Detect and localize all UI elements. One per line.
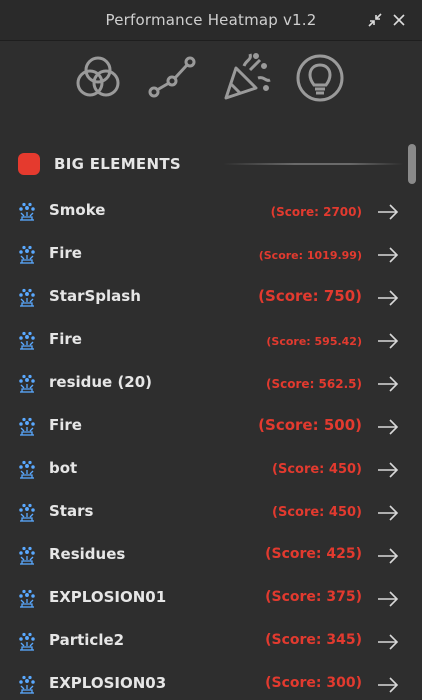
arrow-right-icon[interactable] bbox=[376, 372, 400, 396]
arrow-right-icon[interactable] bbox=[376, 587, 400, 611]
particle-emitter-icon bbox=[17, 675, 37, 695]
performance-heatmap-window: Performance Heatmap v1.2 BIG ELEMENTS Sm… bbox=[0, 0, 422, 700]
list-item[interactable]: bot (Score: 450) bbox=[0, 448, 422, 491]
section-header-big-elements: BIG ELEMENTS bbox=[18, 150, 403, 178]
item-score: (Score: 500) bbox=[258, 416, 362, 434]
arrow-right-icon[interactable] bbox=[376, 458, 400, 482]
item-score: (Score: 375) bbox=[265, 589, 362, 605]
item-score: (Score: 1019.99) bbox=[258, 249, 362, 262]
list-item[interactable]: StarSplash (Score: 750) bbox=[0, 276, 422, 319]
item-name: Smoke bbox=[49, 201, 106, 219]
arrow-right-icon[interactable] bbox=[376, 415, 400, 439]
item-name: EXPLOSION03 bbox=[49, 674, 167, 692]
list-item[interactable]: Fire (Score: 595.42) bbox=[0, 319, 422, 362]
item-score: (Score: 450) bbox=[272, 505, 362, 520]
item-name: EXPLOSION01 bbox=[49, 588, 167, 606]
section-title: BIG ELEMENTS bbox=[54, 155, 181, 173]
item-name: StarSplash bbox=[49, 287, 141, 305]
list-item[interactable]: Fire (Score: 500) bbox=[0, 405, 422, 448]
arrow-right-icon[interactable] bbox=[376, 329, 400, 353]
arrow-right-icon[interactable] bbox=[376, 200, 400, 224]
collapse-icon[interactable] bbox=[367, 12, 383, 28]
particle-emitter-icon bbox=[17, 417, 37, 437]
party-popper-icon[interactable] bbox=[220, 52, 272, 104]
particle-emitter-icon bbox=[17, 632, 37, 652]
item-score: (Score: 345) bbox=[265, 632, 362, 648]
scrollbar-thumb[interactable] bbox=[408, 144, 416, 184]
particle-emitter-icon bbox=[17, 374, 37, 394]
elements-list: Smoke (Score: 2700) Fire (Score: 1019.99… bbox=[0, 190, 422, 700]
item-name: residue (20) bbox=[49, 373, 153, 391]
item-name: Fire bbox=[49, 416, 82, 434]
item-name: Fire bbox=[49, 244, 82, 262]
item-score: (Score: 562.5) bbox=[266, 377, 362, 391]
particle-emitter-icon bbox=[17, 460, 37, 480]
list-item[interactable]: Residues (Score: 425) bbox=[0, 534, 422, 577]
section-divider bbox=[223, 163, 403, 165]
toolbar bbox=[0, 48, 422, 108]
arrow-right-icon[interactable] bbox=[376, 630, 400, 654]
item-name: Particle2 bbox=[49, 631, 125, 649]
item-score: (Score: 425) bbox=[265, 546, 362, 562]
particle-emitter-icon bbox=[17, 245, 37, 265]
list-item[interactable]: residue (20) (Score: 562.5) bbox=[0, 362, 422, 405]
arrow-right-icon[interactable] bbox=[376, 673, 400, 697]
arrow-right-icon[interactable] bbox=[376, 544, 400, 568]
particle-emitter-icon bbox=[17, 503, 37, 523]
arrow-right-icon[interactable] bbox=[376, 286, 400, 310]
item-name: Stars bbox=[49, 502, 94, 520]
item-name: Fire bbox=[49, 330, 82, 348]
item-name: bot bbox=[49, 459, 78, 477]
particle-emitter-icon bbox=[17, 589, 37, 609]
color-circles-icon[interactable] bbox=[72, 52, 124, 104]
arrow-right-icon[interactable] bbox=[376, 243, 400, 267]
close-icon[interactable] bbox=[391, 12, 407, 28]
particle-emitter-icon bbox=[17, 202, 37, 222]
arrow-right-icon[interactable] bbox=[376, 501, 400, 525]
item-name: Residues bbox=[49, 545, 126, 563]
list-item[interactable]: Stars (Score: 450) bbox=[0, 491, 422, 534]
line-graph-icon[interactable] bbox=[146, 52, 198, 104]
particle-emitter-icon bbox=[17, 331, 37, 351]
lightbulb-icon[interactable] bbox=[294, 52, 346, 104]
item-score: (Score: 300) bbox=[265, 675, 362, 691]
item-score: (Score: 2700) bbox=[270, 205, 362, 219]
title-bar: Performance Heatmap v1.2 bbox=[0, 0, 422, 41]
window-title: Performance Heatmap v1.2 bbox=[105, 11, 317, 29]
list-item[interactable]: Fire (Score: 1019.99) bbox=[0, 233, 422, 276]
item-score: (Score: 450) bbox=[272, 462, 362, 477]
list-item[interactable]: EXPLOSION03 (Score: 300) bbox=[0, 663, 422, 700]
list-item[interactable]: Smoke (Score: 2700) bbox=[0, 190, 422, 233]
list-item[interactable]: EXPLOSION01 (Score: 375) bbox=[0, 577, 422, 620]
item-score: (Score: 595.42) bbox=[266, 335, 362, 348]
list-item[interactable]: Particle2 (Score: 345) bbox=[0, 620, 422, 663]
item-score: (Score: 750) bbox=[258, 287, 362, 305]
particle-emitter-icon bbox=[17, 546, 37, 566]
section-marker bbox=[18, 153, 40, 175]
particle-emitter-icon bbox=[17, 288, 37, 308]
